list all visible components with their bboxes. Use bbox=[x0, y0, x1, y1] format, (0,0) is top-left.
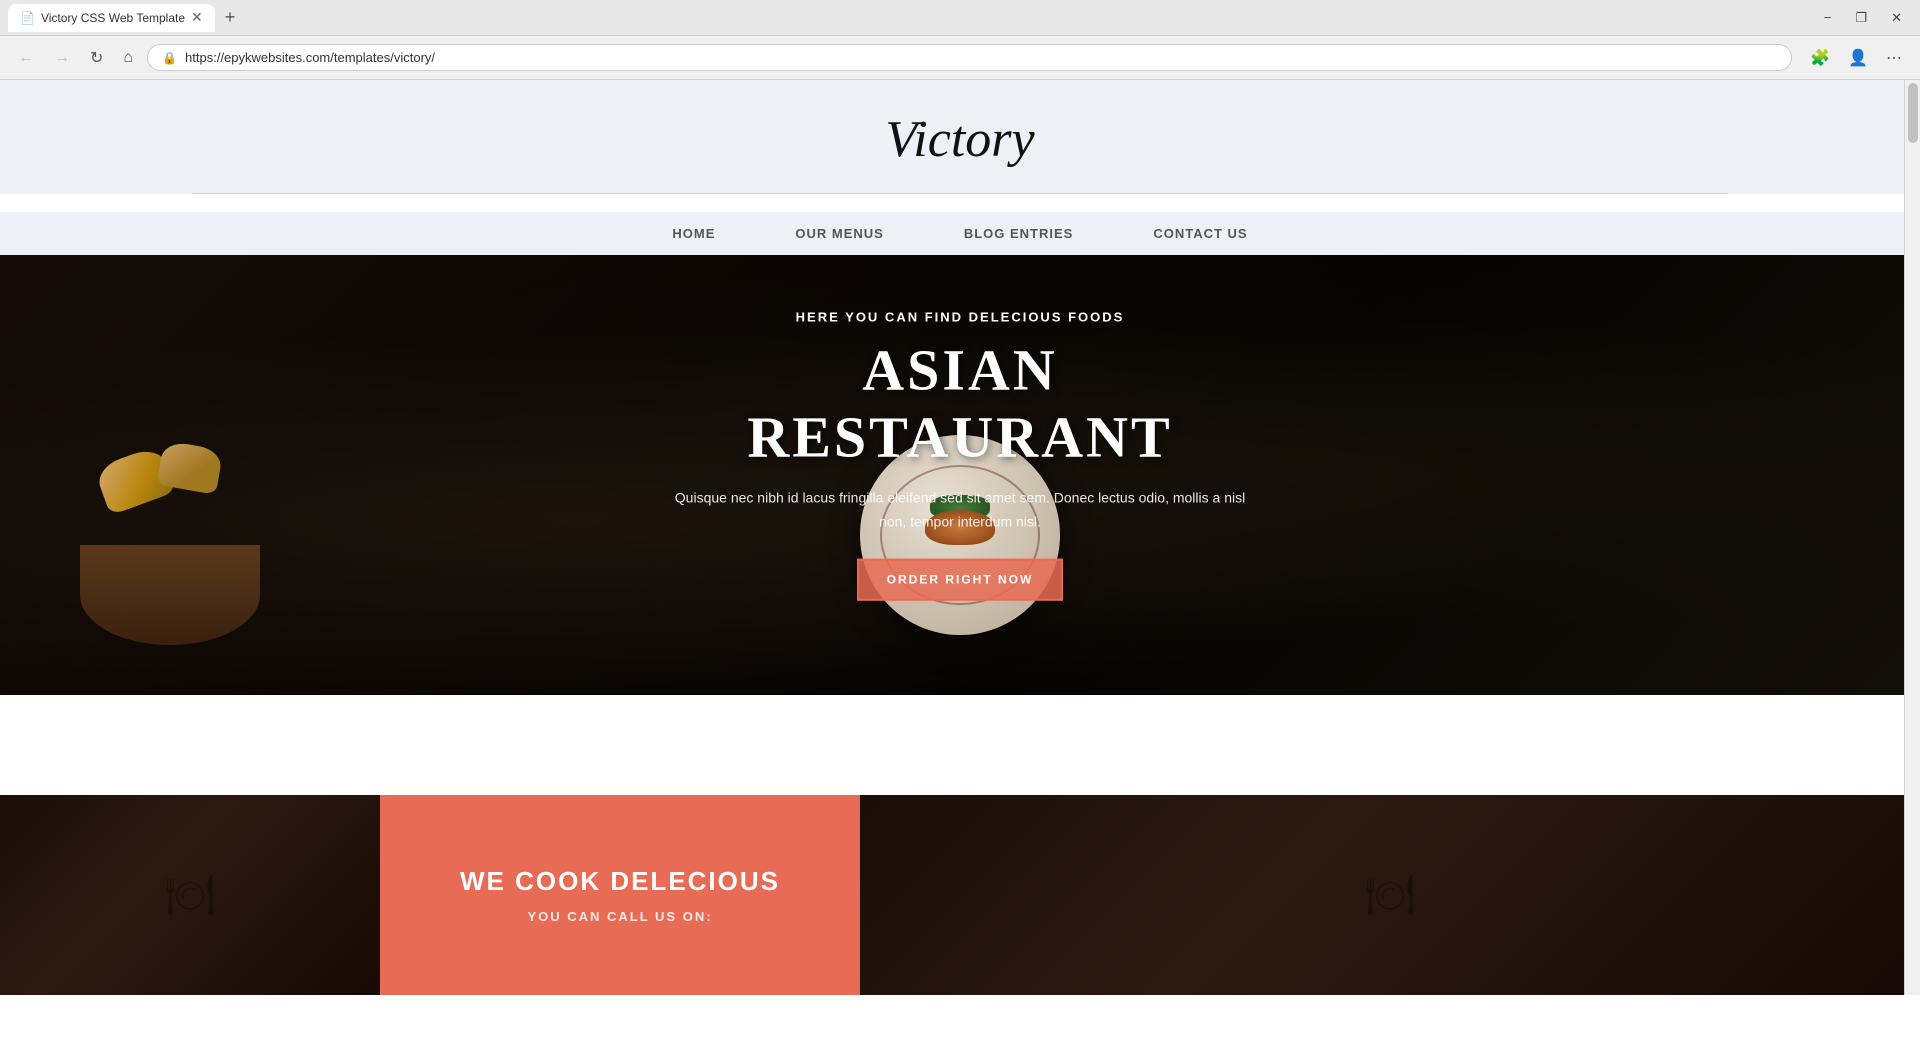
tab-page-icon: 📄 bbox=[20, 11, 35, 25]
header-divider bbox=[192, 193, 1728, 194]
url-bar[interactable]: 🔒 https://epykwebsites.com/templates/vic… bbox=[147, 44, 1792, 71]
address-bar: ← → ↻ ⌂ 🔒 https://epykwebsites.com/templ… bbox=[0, 36, 1920, 80]
close-button[interactable]: ✕ bbox=[1881, 6, 1912, 30]
site-navigation: HOME OUR MENUS BLOG ENTRIES CONTACT US bbox=[0, 212, 1920, 255]
order-now-button[interactable]: ORDER RIGHT NOW bbox=[857, 558, 1064, 600]
extensions-icon[interactable]: 🧩 bbox=[1804, 44, 1836, 72]
hero-subtitle: HERE YOU CAN FIND DELECIOUS FOODS bbox=[660, 310, 1260, 325]
refresh-button[interactable]: ↻ bbox=[84, 44, 109, 72]
bottom-right-image bbox=[860, 795, 1920, 995]
minimize-button[interactable]: − bbox=[1814, 6, 1842, 29]
basket-shape bbox=[80, 545, 260, 645]
nav-blog-entries[interactable]: BLOG ENTRIES bbox=[964, 226, 1074, 241]
restore-button[interactable]: ❐ bbox=[1845, 6, 1877, 30]
site-title: Victory bbox=[0, 110, 1920, 169]
card-subtitle: YOU CAN CALL US ON: bbox=[527, 909, 712, 924]
nav-our-menus[interactable]: OUR MENUS bbox=[795, 226, 883, 241]
tab-close-button[interactable]: ✕ bbox=[191, 9, 203, 26]
menu-icon[interactable]: ⋯ bbox=[1880, 44, 1908, 72]
toolbar-icons: 🧩 👤 ⋯ bbox=[1804, 44, 1908, 72]
nav-contact-us[interactable]: CONTACT US bbox=[1153, 226, 1247, 241]
hero-content: HERE YOU CAN FIND DELECIOUS FOODS ASIAN … bbox=[660, 310, 1260, 601]
url-text: https://epykwebsites.com/templates/victo… bbox=[185, 50, 435, 65]
hero-section: HERE YOU CAN FIND DELECIOUS FOODS ASIAN … bbox=[0, 255, 1920, 695]
hero-basket-decoration bbox=[80, 425, 280, 645]
bottom-left-image bbox=[0, 795, 380, 995]
home-button[interactable]: ⌂ bbox=[117, 45, 139, 71]
tab-title: Victory CSS Web Template bbox=[41, 11, 185, 25]
back-button[interactable]: ← bbox=[12, 45, 40, 71]
hero-description: Quisque nec nibh id lacus fringilla elei… bbox=[660, 487, 1260, 535]
bottom-info-card: WE COOK DELECIOUS YOU CAN CALL US ON: bbox=[380, 795, 860, 995]
scrollbar-track[interactable] bbox=[1904, 80, 1920, 995]
browser-tab[interactable]: 📄 Victory CSS Web Template ✕ bbox=[8, 4, 215, 32]
window-controls: − ❐ ✕ bbox=[1814, 6, 1912, 30]
card-title: WE COOK DELECIOUS bbox=[460, 866, 780, 897]
lock-icon: 🔒 bbox=[162, 51, 177, 65]
hero-title: ASIAN RESTAURANT bbox=[660, 337, 1260, 471]
bottom-section: WE COOK DELECIOUS YOU CAN CALL US ON: bbox=[0, 795, 1920, 995]
nav-home[interactable]: HOME bbox=[672, 226, 715, 241]
scrollbar-thumb[interactable] bbox=[1908, 83, 1918, 143]
forward-button[interactable]: → bbox=[48, 45, 76, 71]
new-tab-button[interactable]: + bbox=[219, 7, 242, 28]
site-header: Victory bbox=[0, 80, 1920, 194]
account-icon[interactable]: 👤 bbox=[1842, 44, 1874, 72]
below-hero-section bbox=[0, 695, 1920, 795]
